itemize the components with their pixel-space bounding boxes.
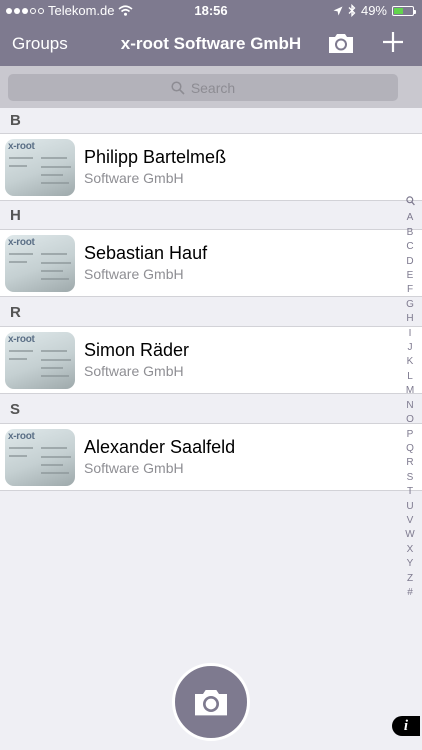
section-letter: B bbox=[10, 112, 21, 129]
index-letter[interactable]: D bbox=[400, 255, 420, 269]
bluetooth-icon bbox=[348, 4, 356, 17]
search-input[interactable]: Search bbox=[8, 74, 398, 101]
contact-name: Simon Räder bbox=[84, 340, 190, 360]
section-header: H bbox=[0, 203, 422, 228]
index-letter[interactable]: A bbox=[400, 211, 420, 225]
contact-company: Software GmbH bbox=[84, 460, 184, 476]
contact-name: Sebastian Hauf bbox=[84, 243, 208, 263]
header: Telekom.de 18:56 49% Groups x-root Softw… bbox=[0, 0, 422, 66]
card-logo: x-root bbox=[8, 431, 35, 442]
index-letter[interactable]: F bbox=[400, 283, 420, 297]
business-card-thumbnail: x-root bbox=[5, 429, 75, 486]
section-letter: S bbox=[10, 401, 21, 418]
navigation-bar: Groups x-root Software GmbH bbox=[0, 22, 422, 66]
card-logo: x-root bbox=[8, 237, 35, 248]
index-letter[interactable]: O bbox=[400, 413, 420, 427]
search-placeholder: Search bbox=[190, 79, 236, 96]
search-icon bbox=[171, 80, 185, 95]
contact-row[interactable]: x-root Sebastian Hauf Software GmbH bbox=[0, 229, 422, 297]
index-letter[interactable]: U bbox=[400, 500, 420, 514]
index-letter[interactable]: Z bbox=[400, 572, 420, 586]
index-letter[interactable]: I bbox=[400, 327, 420, 341]
index-letter[interactable]: H bbox=[400, 312, 420, 326]
contact-name: Alexander Saalfeld bbox=[84, 437, 236, 457]
card-logo: x-root bbox=[8, 141, 35, 152]
index-letter[interactable]: Y bbox=[400, 557, 420, 571]
index-letter[interactable]: P bbox=[400, 428, 420, 442]
business-card-thumbnail: x-root bbox=[5, 139, 75, 196]
camera-icon[interactable] bbox=[327, 31, 355, 55]
battery-percent: 49% bbox=[360, 3, 387, 18]
search-bar: Search bbox=[0, 66, 422, 108]
card-logo: x-root bbox=[8, 334, 35, 345]
index-letter[interactable]: E bbox=[400, 269, 420, 283]
contact-company: Software GmbH bbox=[84, 363, 184, 379]
contact-name: Philipp Bartelmeß bbox=[84, 147, 227, 167]
search-icon bbox=[405, 196, 415, 206]
contact-row[interactable]: x-root Alexander Saalfeld Software GmbH bbox=[0, 423, 422, 491]
section-header: B bbox=[0, 108, 422, 133]
index-letter[interactable]: V bbox=[400, 514, 420, 528]
business-card-thumbnail: x-root bbox=[5, 332, 75, 389]
section-letter: R bbox=[10, 304, 21, 321]
index-letter[interactable]: X bbox=[400, 543, 420, 557]
index-search-icon[interactable] bbox=[400, 196, 420, 211]
index-letter[interactable]: C bbox=[400, 240, 420, 254]
index-letter[interactable]: Q bbox=[400, 442, 420, 456]
business-card-thumbnail: x-root bbox=[5, 235, 75, 292]
section-index[interactable]: A B C D E F G H I J K L M N O P Q R S T U V W X Y Z # bbox=[400, 196, 420, 600]
plus-icon[interactable] bbox=[381, 30, 405, 54]
index-letter[interactable]: # bbox=[400, 586, 420, 600]
index-letter[interactable]: L bbox=[400, 370, 420, 384]
index-letter[interactable]: G bbox=[400, 298, 420, 312]
section-header: S bbox=[0, 397, 422, 422]
scan-card-button[interactable] bbox=[172, 663, 250, 741]
contact-row[interactable]: x-root Simon Räder Software GmbH bbox=[0, 326, 422, 394]
info-button[interactable]: i bbox=[392, 716, 420, 736]
index-letter[interactable]: J bbox=[400, 341, 420, 355]
groups-button[interactable]: Groups bbox=[12, 34, 68, 54]
location-icon bbox=[333, 6, 343, 15]
section-letter: H bbox=[10, 207, 21, 224]
status-bar: Telekom.de 18:56 49% bbox=[0, 0, 422, 22]
index-letter[interactable]: S bbox=[400, 471, 420, 485]
index-letter[interactable]: W bbox=[400, 528, 420, 542]
contact-row[interactable]: x-root Philipp Bartelmeß Software GmbH bbox=[0, 133, 422, 201]
index-letter[interactable]: R bbox=[400, 456, 420, 470]
contact-company: Software GmbH bbox=[84, 170, 184, 186]
section-header: R bbox=[0, 300, 422, 325]
index-letter[interactable]: K bbox=[400, 355, 420, 369]
battery-icon bbox=[392, 5, 416, 16]
index-letter[interactable]: N bbox=[400, 399, 420, 413]
index-letter[interactable]: B bbox=[400, 226, 420, 240]
camera-icon bbox=[195, 690, 227, 716]
index-letter[interactable]: M bbox=[400, 384, 420, 398]
index-letter[interactable]: T bbox=[400, 485, 420, 499]
contact-company: Software GmbH bbox=[84, 266, 184, 282]
